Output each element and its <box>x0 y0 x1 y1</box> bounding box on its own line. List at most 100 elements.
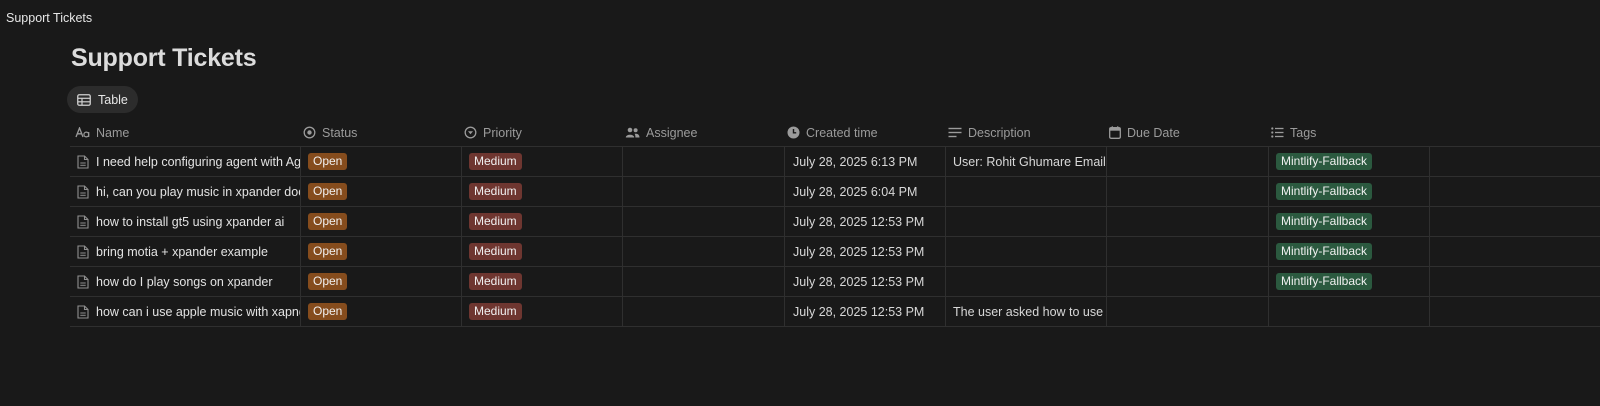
cell-tags[interactable]: Mintlify-Fallback <box>1269 177 1430 206</box>
table-row[interactable]: I need help configuring agent with Agno … <box>70 147 1600 177</box>
cell-status[interactable]: Open <box>301 147 462 176</box>
column-label-description: Description <box>968 125 1031 140</box>
cell-tags[interactable]: Mintlify-Fallback <box>1269 237 1430 266</box>
column-header-assignee[interactable]: Assignee <box>623 119 785 146</box>
cell-tags[interactable]: Mintlify-Fallback <box>1269 147 1430 176</box>
cell-created[interactable]: July 28, 2025 6:04 PM <box>785 177 946 206</box>
select-circle-icon <box>464 126 477 139</box>
page-icon <box>77 244 89 259</box>
cell-assignee[interactable] <box>623 297 785 326</box>
cell-description[interactable]: The user asked how to use Ap <box>946 297 1107 326</box>
cell-extra <box>1430 147 1600 176</box>
cell-name[interactable]: how can i use apple music with xapnder <box>70 297 301 326</box>
cell-name[interactable]: hi, can you play music in xpander docs <box>70 177 301 206</box>
tag-badge: Mintlify-Fallback <box>1276 243 1373 260</box>
priority-badge: Medium <box>469 243 522 260</box>
cell-assignee[interactable] <box>623 147 785 176</box>
cell-tags[interactable]: Mintlify-Fallback <box>1269 207 1430 236</box>
table-row[interactable]: how can i use apple music with xapnder O… <box>70 297 1600 327</box>
cell-created[interactable]: July 28, 2025 12:53 PM <box>785 297 946 326</box>
cell-priority[interactable]: Medium <box>462 237 623 266</box>
column-header-created[interactable]: Created time <box>785 119 946 146</box>
text-lines-icon <box>948 127 962 138</box>
tag-badge: Mintlify-Fallback <box>1276 273 1373 290</box>
page-icon <box>77 184 89 199</box>
clock-icon <box>787 126 800 139</box>
column-header-tags[interactable]: Tags <box>1269 119 1430 146</box>
cell-status[interactable]: Open <box>301 267 462 296</box>
cell-name[interactable]: how to install gt5 using xpander ai <box>70 207 301 236</box>
priority-badge: Medium <box>469 273 522 290</box>
view-tab-table[interactable]: Table <box>67 86 138 113</box>
column-header-due[interactable]: Due Date <box>1107 119 1269 146</box>
table-row[interactable]: how to install gt5 using xpander ai Open… <box>70 207 1600 237</box>
cell-name[interactable]: how do I play songs on xpander <box>70 267 301 296</box>
status-badge: Open <box>308 213 348 230</box>
ticket-name: how do I play songs on xpander <box>96 274 273 289</box>
table-row[interactable]: hi, can you play music in xpander docs O… <box>70 177 1600 207</box>
cell-extra <box>1430 267 1600 296</box>
cell-assignee[interactable] <box>623 237 785 266</box>
cell-name[interactable]: bring motia + xpander example <box>70 237 301 266</box>
column-header-add <box>1430 119 1600 146</box>
cell-status[interactable]: Open <box>301 297 462 326</box>
cell-created[interactable]: July 28, 2025 12:53 PM <box>785 237 946 266</box>
ticket-name: I need help configuring agent with Agno <box>96 154 300 169</box>
cell-priority[interactable]: Medium <box>462 267 623 296</box>
page-icon <box>77 304 89 319</box>
text-aa-icon <box>75 127 90 138</box>
column-label-created: Created time <box>806 125 878 140</box>
table-icon <box>77 93 91 106</box>
cell-status[interactable]: Open <box>301 237 462 266</box>
priority-badge: Medium <box>469 153 522 170</box>
cell-created[interactable]: July 28, 2025 12:53 PM <box>785 267 946 296</box>
table-row[interactable]: how do I play songs on xpander Open Medi… <box>70 267 1600 297</box>
cell-due[interactable] <box>1107 237 1269 266</box>
column-label-assignee: Assignee <box>646 125 698 140</box>
cell-tags[interactable]: Mintlify-Fallback <box>1269 267 1430 296</box>
column-header-status[interactable]: Status <box>301 119 462 146</box>
priority-badge: Medium <box>469 183 522 200</box>
list-icon <box>1271 127 1284 138</box>
cell-assignee[interactable] <box>623 177 785 206</box>
ticket-name: hi, can you play music in xpander docs <box>96 184 300 199</box>
cell-name[interactable]: I need help configuring agent with Agno <box>70 147 301 176</box>
cell-extra <box>1430 207 1600 236</box>
cell-priority[interactable]: Medium <box>462 297 623 326</box>
cell-due[interactable] <box>1107 267 1269 296</box>
table-header-row: Name Status Priority Assignee Created ti… <box>70 119 1600 147</box>
cell-priority[interactable]: Medium <box>462 177 623 206</box>
cell-description[interactable] <box>946 267 1107 296</box>
column-header-priority[interactable]: Priority <box>462 119 623 146</box>
cell-extra <box>1430 177 1600 206</box>
cell-description[interactable] <box>946 177 1107 206</box>
cell-assignee[interactable] <box>623 207 785 236</box>
cell-description[interactable] <box>946 237 1107 266</box>
cell-priority[interactable]: Medium <box>462 207 623 236</box>
cell-description[interactable] <box>946 207 1107 236</box>
cell-due[interactable] <box>1107 177 1269 206</box>
cell-due[interactable] <box>1107 207 1269 236</box>
cell-tags[interactable] <box>1269 297 1430 326</box>
tag-badge: Mintlify-Fallback <box>1276 183 1373 200</box>
cell-due[interactable] <box>1107 297 1269 326</box>
status-badge: Open <box>308 183 348 200</box>
column-header-name[interactable]: Name <box>70 119 301 146</box>
page-icon <box>77 214 89 229</box>
column-label-tags: Tags <box>1290 125 1317 140</box>
cell-assignee[interactable] <box>623 267 785 296</box>
column-header-description[interactable]: Description <box>946 119 1107 146</box>
page-icon <box>77 274 89 289</box>
cell-created[interactable]: July 28, 2025 6:13 PM <box>785 147 946 176</box>
cell-description[interactable]: User: Rohit Ghumare Email: gh <box>946 147 1107 176</box>
ticket-name: how can i use apple music with xapnder <box>96 304 300 319</box>
cell-status[interactable]: Open <box>301 177 462 206</box>
cell-priority[interactable]: Medium <box>462 147 623 176</box>
priority-badge: Medium <box>469 303 522 320</box>
cell-due[interactable] <box>1107 147 1269 176</box>
table-row[interactable]: bring motia + xpander example Open Mediu… <box>70 237 1600 267</box>
priority-badge: Medium <box>469 213 522 230</box>
cell-created[interactable]: July 28, 2025 12:53 PM <box>785 207 946 236</box>
cell-status[interactable]: Open <box>301 207 462 236</box>
column-label-status: Status <box>322 125 358 140</box>
